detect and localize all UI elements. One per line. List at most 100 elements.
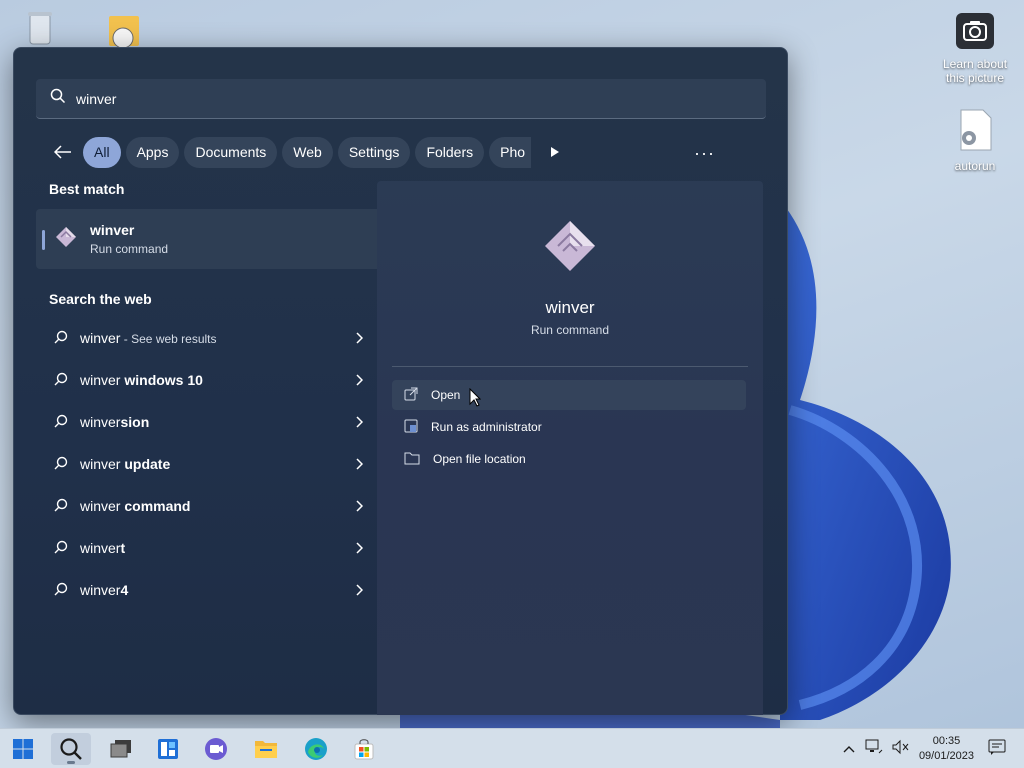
chevron-right-icon bbox=[355, 415, 364, 431]
web-suggestion-text: winversion bbox=[80, 414, 149, 430]
search-icon bbox=[54, 414, 68, 431]
best-match-type: Run command bbox=[90, 242, 169, 256]
active-indicator bbox=[67, 761, 75, 764]
web-suggestion-text: winver update bbox=[80, 456, 170, 472]
query-completion: sion bbox=[120, 414, 150, 430]
run-command-icon bbox=[54, 225, 78, 254]
search-icon bbox=[54, 498, 68, 515]
chat-icon[interactable] bbox=[196, 733, 236, 765]
open-external-icon bbox=[404, 387, 418, 404]
query-completion: t bbox=[120, 540, 126, 556]
search-box[interactable] bbox=[36, 79, 766, 119]
best-match-heading: Best match bbox=[49, 181, 125, 197]
search-web-heading: Search the web bbox=[49, 291, 152, 307]
play-icon[interactable] bbox=[550, 144, 566, 160]
task-view-icon[interactable] bbox=[101, 733, 141, 765]
filter-documents[interactable]: Documents bbox=[184, 136, 278, 168]
chevron-right-icon bbox=[355, 457, 364, 473]
web-suggestion-item[interactable]: winver command bbox=[36, 485, 381, 527]
detail-pane: winver Run command Open Run as administr… bbox=[377, 181, 763, 715]
search-icon bbox=[54, 540, 68, 557]
file-explorer-icon[interactable] bbox=[246, 733, 286, 765]
web-suggestion-item[interactable]: winvert bbox=[36, 527, 381, 569]
clock-date: 09/01/2023 bbox=[918, 750, 974, 762]
search-input[interactable] bbox=[76, 90, 676, 107]
query-match: winver bbox=[80, 414, 121, 430]
search-icon[interactable] bbox=[51, 733, 91, 765]
chevron-right-icon bbox=[355, 583, 364, 599]
widgets-icon[interactable] bbox=[148, 733, 188, 765]
detail-app-type: Run command bbox=[530, 323, 610, 337]
filter-photos[interactable]: Pho bbox=[489, 136, 532, 168]
filter-web[interactable]: Web bbox=[282, 136, 333, 168]
web-suggestion-text: winver windows 10 bbox=[80, 372, 203, 388]
action-open[interactable]: Open bbox=[392, 380, 746, 410]
search-icon bbox=[54, 456, 68, 473]
best-match-name: winver bbox=[90, 222, 135, 238]
query-match: winver bbox=[80, 456, 121, 472]
desktop-icon-autorun[interactable]: autorun bbox=[935, 108, 1015, 173]
taskbar: 00:35 09/01/2023 bbox=[0, 728, 1024, 768]
filter-settings[interactable]: Settings bbox=[337, 136, 411, 168]
clock[interactable]: 00:35 09/01/2023 bbox=[919, 734, 974, 764]
store-icon[interactable] bbox=[344, 733, 384, 765]
web-suggestion-item[interactable]: winversion bbox=[36, 401, 381, 443]
network-icon[interactable] bbox=[865, 739, 883, 760]
filter-folders[interactable]: Folders bbox=[415, 136, 485, 168]
chevron-right-icon bbox=[355, 541, 364, 557]
web-suggestion-text: winver4 bbox=[80, 582, 128, 598]
camera-icon bbox=[935, 12, 1015, 53]
folder-icon bbox=[404, 451, 420, 468]
best-match-item[interactable]: winver Run command bbox=[36, 209, 381, 269]
web-suggestions: winver - See web results winver windows 1… bbox=[36, 317, 381, 611]
results-list: Best match winver Run command Search the… bbox=[36, 181, 381, 611]
desktop-icon-label: autorun bbox=[954, 159, 996, 173]
filter-bar: All Apps Documents Web Settings Folders … bbox=[50, 136, 566, 168]
start-search-panel: All Apps Documents Web Settings Folders … bbox=[13, 47, 788, 715]
notifications-icon[interactable] bbox=[988, 739, 1006, 760]
query-completion: command bbox=[120, 498, 191, 514]
recycle-bin-icon[interactable] bbox=[0, 8, 80, 51]
chevron-right-icon bbox=[355, 499, 364, 515]
query-match: winver bbox=[80, 372, 121, 388]
web-suggestion-text: winver - See web results bbox=[80, 330, 217, 346]
web-suggestion-item[interactable]: winver4 bbox=[36, 569, 381, 611]
web-suggestion-item[interactable]: winver update bbox=[36, 443, 381, 485]
search-icon bbox=[54, 372, 68, 389]
search-icon bbox=[54, 330, 68, 347]
arrow-left-icon[interactable] bbox=[50, 139, 76, 165]
selection-indicator bbox=[42, 230, 45, 250]
query-match: winver bbox=[80, 540, 121, 556]
web-suggestion-item[interactable]: winver - See web results bbox=[36, 317, 381, 359]
run-command-icon bbox=[543, 219, 597, 278]
action-run-as-admin[interactable]: Run as administrator bbox=[392, 412, 746, 442]
web-suggestion-item[interactable]: winver windows 10 bbox=[36, 359, 381, 401]
web-suggestion-text: winvert bbox=[80, 540, 125, 556]
filter-apps[interactable]: Apps bbox=[125, 136, 180, 168]
start-icon[interactable] bbox=[3, 733, 43, 765]
mouse-cursor bbox=[469, 387, 482, 413]
edge-icon[interactable] bbox=[296, 733, 336, 765]
search-icon bbox=[50, 88, 66, 109]
query-match: winver bbox=[80, 498, 121, 514]
action-label: Open bbox=[431, 388, 461, 402]
more-options-button[interactable]: ··· bbox=[694, 143, 715, 164]
query-completion: windows 10 bbox=[120, 372, 203, 388]
detail-app-name: winver bbox=[545, 298, 595, 317]
web-suggestion-text: winver command bbox=[80, 498, 190, 514]
divider bbox=[392, 366, 748, 367]
volume-muted-icon[interactable] bbox=[891, 739, 909, 760]
filter-all[interactable]: All bbox=[83, 136, 121, 168]
query-match: winver bbox=[80, 330, 121, 346]
desktop-icon-label: Learn about this picture bbox=[942, 57, 1008, 85]
action-label: Run as administrator bbox=[431, 420, 542, 434]
action-open-file-location[interactable]: Open file location bbox=[392, 444, 746, 474]
desktop-icon-learn[interactable]: Learn about this picture bbox=[935, 12, 1015, 85]
query-completion: update bbox=[120, 456, 171, 472]
settings-file-icon bbox=[935, 108, 1015, 155]
system-tray: 00:35 09/01/2023 bbox=[843, 729, 1024, 768]
query-hint: - See web results bbox=[120, 332, 217, 346]
chevron-up-icon[interactable] bbox=[843, 740, 855, 758]
action-label: Open file location bbox=[433, 452, 526, 466]
search-icon bbox=[54, 582, 68, 599]
